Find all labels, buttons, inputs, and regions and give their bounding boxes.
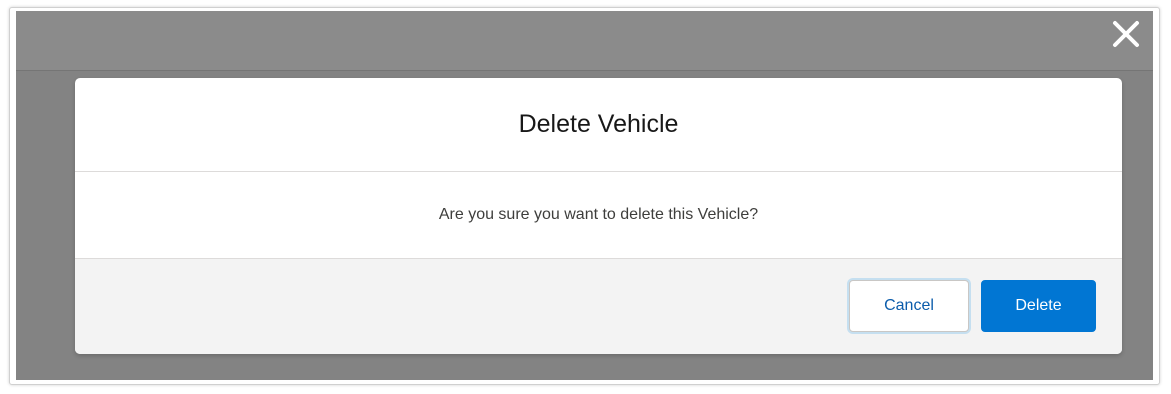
modal-footer: Cancel Delete [75, 258, 1122, 354]
close-button[interactable] [1109, 17, 1143, 51]
dimmed-page-header [16, 11, 1153, 71]
cancel-button[interactable]: Cancel [849, 280, 969, 332]
modal-header: Delete Vehicle [75, 78, 1122, 172]
delete-button[interactable]: Delete [981, 280, 1096, 332]
confirmation-message: Are you sure you want to delete this Veh… [438, 206, 759, 223]
modal-backdrop: Delete Vehicle Are you sure you want to … [16, 11, 1153, 380]
modal-body: Are you sure you want to delete this Veh… [75, 172, 1122, 258]
modal-title: Delete Vehicle [518, 110, 679, 138]
delete-vehicle-modal: Delete Vehicle Are you sure you want to … [75, 78, 1122, 354]
screenshot-frame: Delete Vehicle Are you sure you want to … [9, 7, 1160, 385]
close-icon [1113, 21, 1139, 47]
